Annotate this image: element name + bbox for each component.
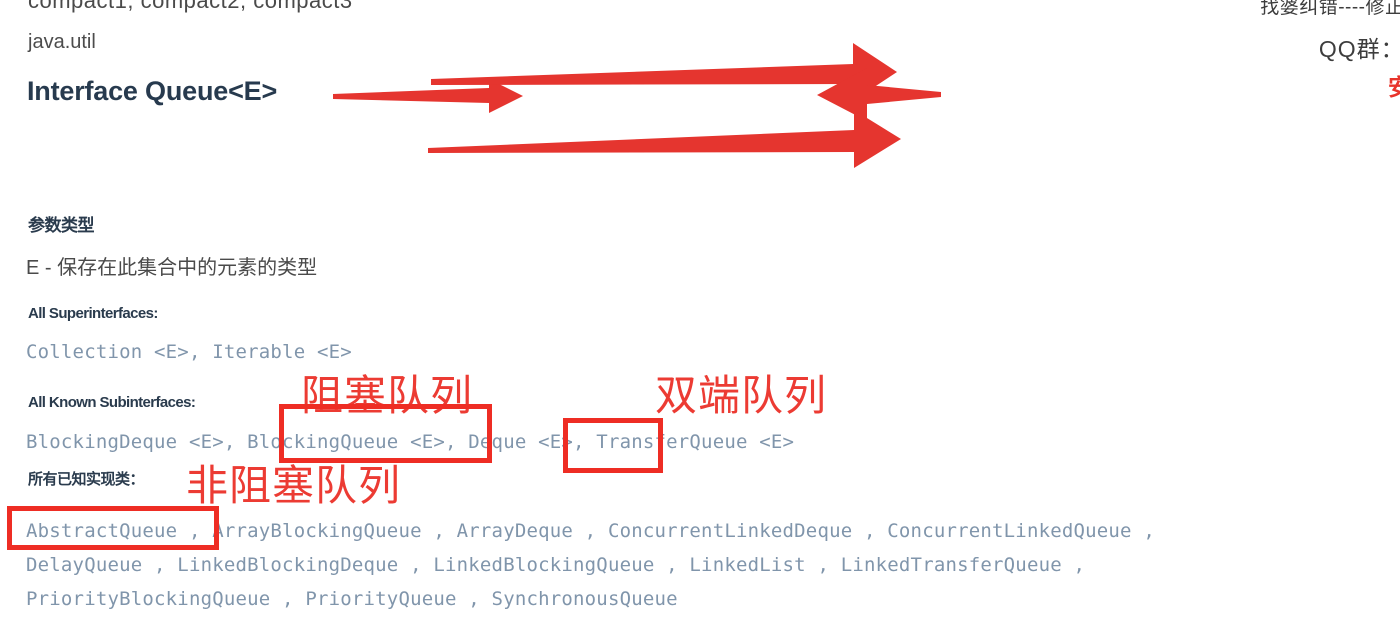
watermark-qq-group: QQ群：864 <box>1318 36 1400 62</box>
package-name: java.util <box>28 31 96 53</box>
superinterfaces-list[interactable]: Collection <E>, Iterable <E> <box>26 341 352 363</box>
javadoc-content: compact1, compact2, compact3 java.util I… <box>0 0 1400 625</box>
type-parameter-description: E - 保存在此集合中的元素的类型 <box>26 257 318 279</box>
type-parameters-heading: 参数类型 <box>28 216 95 235</box>
screenshot-root: compact1, compact2, compact3 java.util I… <box>0 0 1400 625</box>
watermark-line-1: 找婆纠错----修正翻 <box>1260 0 1400 18</box>
all-superinterfaces-heading: All Superinterfaces: <box>28 305 158 322</box>
watermark-brand: 安卓帮 <box>1388 68 1400 102</box>
all-known-implementing-classes-heading: 所有已知实现类： <box>28 471 145 488</box>
subinterfaces-list[interactable]: BlockingDeque <E>, BlockingQueue <E>, De… <box>26 431 794 453</box>
implementing-classes-line-2[interactable]: DelayQueue , LinkedBlockingDeque , Linke… <box>26 554 1085 576</box>
all-known-subinterfaces-heading: All Known Subinterfaces: <box>28 394 196 411</box>
page-title: Interface Queue<E> <box>27 76 278 106</box>
clipped-profile-line: compact1, compact2, compact3 <box>28 0 353 13</box>
implementing-classes-line-1[interactable]: AbstractQueue , ArrayBlockingQueue , Arr… <box>26 520 1155 542</box>
implementing-classes-line-3[interactable]: PriorityBlockingQueue , PriorityQueue , … <box>26 588 678 610</box>
